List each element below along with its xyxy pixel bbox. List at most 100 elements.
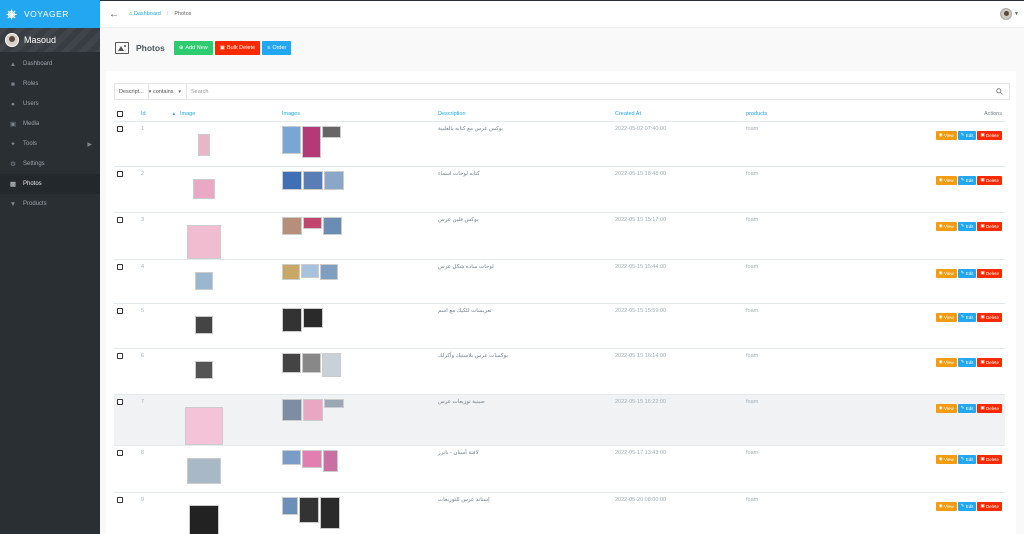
- view-button[interactable]: ◉ View: [935, 403, 957, 413]
- sidebar-item-products[interactable]: ▼ Products: [0, 194, 100, 214]
- table-row[interactable]: 1 بوكس عرس مع كتابه بالعلبية 2022-05-02 07…: [114, 120, 1005, 166]
- table-row[interactable]: 2 كتابه لوحات اسماء 2022-05-15 18:48:00 foa…: [114, 165, 1005, 212]
- gallery-thumbnail[interactable]: [282, 352, 301, 373]
- gallery-thumbnail[interactable]: [302, 125, 321, 158]
- search-input[interactable]: [187, 84, 989, 99]
- gallery-thumbnail[interactable]: [303, 170, 323, 190]
- row-checkbox[interactable]: [117, 216, 123, 223]
- caret-down-icon[interactable]: ▼: [1014, 11, 1019, 17]
- view-button[interactable]: ◉ View: [935, 357, 957, 367]
- row-checkbox[interactable]: [117, 125, 123, 132]
- back-arrow-icon[interactable]: ←: [109, 9, 121, 20]
- edit-button[interactable]: ✎ Edit: [957, 454, 977, 464]
- gallery-thumbnail[interactable]: [324, 398, 344, 408]
- sidebar-item-users[interactable]: ● Users: [0, 94, 100, 114]
- main-image-thumbnail[interactable]: [187, 457, 221, 484]
- sidebar-item-roles[interactable]: ■ Roles: [0, 74, 100, 94]
- delete-button[interactable]: ▣ Delete: [977, 130, 1002, 140]
- column-created-at[interactable]: Created At: [615, 108, 746, 122]
- main-image-thumbnail[interactable]: [195, 315, 213, 334]
- table-row[interactable]: 7 صينية توزيعات عرس 2022-05-15 16:22:00 foa…: [114, 393, 1005, 445]
- row-checkbox[interactable]: [117, 398, 123, 405]
- gallery-thumbnail[interactable]: [282, 170, 302, 190]
- search-icon[interactable]: [989, 88, 1009, 95]
- gallery-thumbnail[interactable]: [282, 496, 298, 515]
- delete-button[interactable]: ▣ Delete: [977, 268, 1002, 278]
- delete-button[interactable]: ▣ Delete: [977, 403, 1002, 413]
- gallery-thumbnail[interactable]: [302, 352, 321, 373]
- table-row[interactable]: 8 لافتة أسنان - بانرز 2022-05-17 13:43:00 f…: [114, 444, 1005, 492]
- edit-button[interactable]: ✎ Edit: [957, 130, 977, 140]
- edit-button[interactable]: ✎ Edit: [957, 501, 977, 511]
- column-description[interactable]: Description: [438, 108, 615, 122]
- edit-button[interactable]: ✎ Edit: [957, 312, 977, 322]
- edit-button[interactable]: ✎ Edit: [957, 357, 977, 367]
- edit-button[interactable]: ✎ Edit: [957, 175, 977, 185]
- sidebar-item-dashboard[interactable]: ▲ Dashboard: [0, 54, 100, 74]
- select-all-checkbox[interactable]: [117, 111, 123, 118]
- breadcrumb-home-link[interactable]: ⌂ Dashboard: [129, 11, 161, 17]
- view-button[interactable]: ◉ View: [935, 268, 957, 278]
- gallery-thumbnail[interactable]: [282, 449, 301, 465]
- view-button[interactable]: ◉ View: [935, 454, 957, 464]
- gallery-thumbnail[interactable]: [282, 125, 301, 154]
- main-image-thumbnail[interactable]: [185, 406, 223, 445]
- row-checkbox[interactable]: [117, 352, 123, 359]
- delete-button[interactable]: ▣ Delete: [977, 221, 1002, 231]
- add-new-button[interactable]: ⊕ Add New: [173, 41, 213, 55]
- gallery-thumbnail[interactable]: [301, 263, 319, 278]
- column-image[interactable]: Image: [180, 108, 282, 122]
- view-button[interactable]: ◉ View: [935, 130, 957, 140]
- delete-button[interactable]: ▣ Delete: [977, 312, 1002, 322]
- row-checkbox[interactable]: [117, 170, 123, 177]
- main-image-thumbnail[interactable]: [187, 224, 221, 259]
- gallery-thumbnail[interactable]: [303, 307, 323, 328]
- user-panel[interactable]: Masoud: [0, 28, 100, 52]
- edit-button[interactable]: ✎ Edit: [957, 221, 977, 231]
- gallery-thumbnail[interactable]: [282, 398, 302, 421]
- gallery-thumbnail[interactable]: [299, 496, 319, 523]
- view-button[interactable]: ◉ View: [935, 312, 957, 322]
- edit-button[interactable]: ✎ Edit: [957, 268, 977, 278]
- main-image-thumbnail[interactable]: [198, 133, 210, 156]
- column-id[interactable]: Id ▲: [141, 108, 180, 122]
- table-row[interactable]: 9 إستاند عرس للتوزيعات 2022-05-20 08:00:00…: [114, 491, 1005, 534]
- gallery-thumbnail[interactable]: [302, 449, 322, 468]
- table-row[interactable]: 3 بوكس فلين عرس 2022-05-15 15:17:00 foam ◉ V…: [114, 211, 1005, 259]
- brand[interactable]: VOYAGER: [0, 0, 100, 28]
- order-button[interactable]: ≡ Order: [262, 41, 292, 55]
- sidebar-item-photos[interactable]: ▩ Photos: [0, 174, 100, 194]
- gallery-thumbnail[interactable]: [282, 307, 302, 332]
- row-checkbox[interactable]: [117, 496, 123, 503]
- gallery-thumbnail[interactable]: [303, 398, 323, 421]
- gallery-thumbnail[interactable]: [282, 216, 302, 235]
- main-image-thumbnail[interactable]: [195, 360, 213, 379]
- row-checkbox[interactable]: [117, 307, 123, 314]
- view-button[interactable]: ◉ View: [935, 221, 957, 231]
- gallery-thumbnail[interactable]: [320, 263, 338, 280]
- view-button[interactable]: ◉ View: [935, 501, 957, 511]
- delete-button[interactable]: ▣ Delete: [977, 501, 1002, 511]
- gallery-thumbnail[interactable]: [282, 263, 300, 280]
- column-products[interactable]: products: [746, 108, 842, 122]
- table-row[interactable]: 5 تعريسات للكيك مع اسم 2022-05-15 15:59:00…: [114, 302, 1005, 348]
- main-image-thumbnail[interactable]: [195, 271, 213, 290]
- search-operator-select[interactable]: contains ▼: [149, 84, 187, 99]
- delete-button[interactable]: ▣ Delete: [977, 357, 1002, 367]
- view-button[interactable]: ◉ View: [935, 175, 957, 185]
- row-checkbox[interactable]: [117, 263, 123, 270]
- table-row[interactable]: 6 بوكسات عرس بلاستيك وأكرلك 2022-05-15 16:…: [114, 347, 1005, 394]
- main-image-thumbnail[interactable]: [189, 504, 219, 534]
- gallery-thumbnail[interactable]: [322, 352, 341, 377]
- sidebar-item-settings[interactable]: ⚙ Settings: [0, 154, 100, 174]
- user-avatar-menu[interactable]: [1000, 8, 1012, 20]
- column-images[interactable]: Images: [282, 108, 438, 122]
- table-row[interactable]: 4 لوحات ساده شكل عرس 2022-05-15 15:44:00 fo…: [114, 258, 1005, 303]
- delete-button[interactable]: ▣ Delete: [977, 454, 1002, 464]
- row-checkbox[interactable]: [117, 449, 123, 456]
- gallery-thumbnail[interactable]: [320, 496, 340, 529]
- sidebar-item-tools[interactable]: ✦ Tools ▶: [0, 134, 100, 154]
- gallery-thumbnail[interactable]: [303, 216, 322, 229]
- bulk-delete-button[interactable]: ▣ Bulk Delete: [214, 41, 261, 55]
- gallery-thumbnail[interactable]: [324, 170, 344, 190]
